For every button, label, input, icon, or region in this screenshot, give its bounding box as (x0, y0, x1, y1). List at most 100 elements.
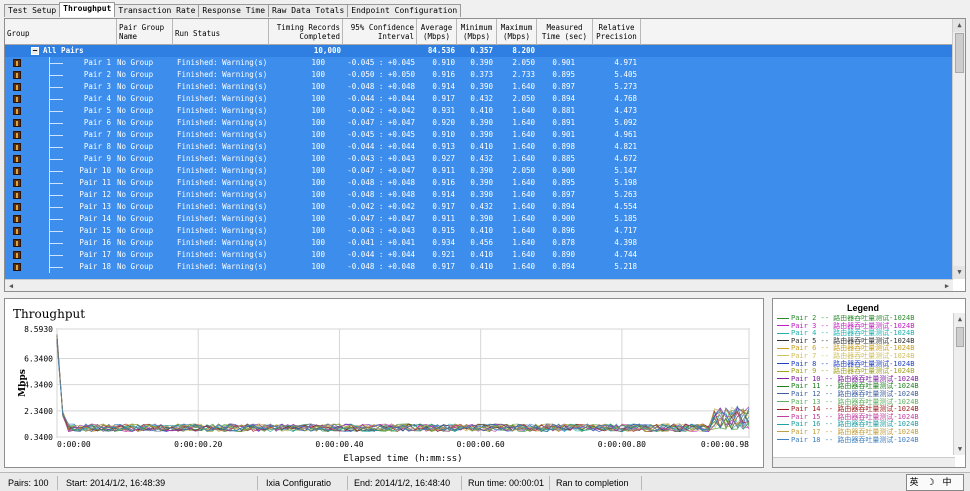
table-row[interactable]: Pair 17 No Group Finished: Warning(s) 100 -0… (5, 249, 953, 261)
summary-row[interactable]: − All Pairs 10,000 84.536 0.357 8.200 (5, 45, 953, 57)
cell-group: No Group (117, 178, 154, 187)
cell-min: 0.390 (470, 130, 493, 139)
col-run-status[interactable]: Run Status (173, 19, 269, 45)
col-timing-records[interactable]: Timing Records Completed (269, 19, 343, 45)
legend-horizontal-scrollbar[interactable] (773, 457, 955, 467)
table-row[interactable]: Pair 4 No Group Finished: Warning(s) 100 -0.… (5, 93, 953, 105)
cell-min: 0.432 (470, 202, 493, 211)
x-tick-label: 0:00:00.60 (457, 440, 505, 449)
table-row[interactable]: Pair 18 No Group Finished: Warning(s) 100 -0… (5, 261, 953, 273)
table-row[interactable]: Pair 8 No Group Finished: Warning(s) 100 -0.… (5, 141, 953, 153)
cell-ci: -0.041 : +0.041 (347, 238, 415, 247)
ime-lang-icon[interactable]: 英 (907, 475, 921, 490)
table-row[interactable]: Pair 15 No Group Finished: Warning(s) 100 -0… (5, 225, 953, 237)
scroll-up-icon[interactable]: ▲ (953, 19, 965, 32)
legend-scroll-down-icon[interactable]: ▼ (954, 443, 966, 455)
col-group[interactable]: Group (5, 19, 117, 45)
scroll-thumb[interactable] (955, 33, 964, 73)
y-tick-label: 2.3400 (24, 407, 53, 416)
pair-icon (13, 59, 21, 67)
cell-group: No Group (117, 190, 154, 199)
table-row[interactable]: Pair 14 No Group Finished: Warning(s) 100 -0… (5, 213, 953, 225)
cell-records: 100 (311, 250, 325, 259)
cell-avg: 0.917 (432, 94, 455, 103)
table-row[interactable]: Pair 7 No Group Finished: Warning(s) 100 -0.… (5, 129, 953, 141)
pair-name: Pair 5 (83, 106, 111, 115)
cell-max: 2.733 (512, 70, 535, 79)
cell-time: 0.881 (552, 106, 575, 115)
cell-records: 100 (311, 202, 325, 211)
tab-throughput[interactable]: Throughput (59, 2, 116, 17)
tab-transaction-rate[interactable]: Transaction Rate (114, 4, 200, 17)
tree-branch (49, 219, 63, 220)
col-measured-time[interactable]: Measured Time (sec) (537, 19, 593, 45)
cell-min: 0.390 (470, 82, 493, 91)
scroll-down-icon[interactable]: ▼ (953, 266, 965, 279)
col-pair-group-name[interactable]: Pair Group Name (117, 19, 173, 45)
cell-prec: 5.263 (614, 190, 637, 199)
table-row[interactable]: Pair 16 No Group Finished: Warning(s) 100 -0… (5, 237, 953, 249)
table-vertical-scrollbar[interactable]: ▲ ▼ (952, 19, 965, 279)
cell-group: No Group (117, 262, 154, 271)
cell-min: 0.432 (470, 154, 493, 163)
pair-icon (13, 107, 21, 115)
legend-scroll-up-icon[interactable]: ▲ (954, 313, 966, 325)
table-row[interactable]: Pair 9 No Group Finished: Warning(s) 100 -0.… (5, 153, 953, 165)
status-completion: Ran to completion (552, 476, 642, 490)
tab-response-time[interactable]: Response Time (198, 4, 270, 17)
legend-swatch (777, 378, 789, 380)
cell-prec: 4.554 (614, 202, 637, 211)
cell-ci: -0.048 : +0.048 (347, 178, 415, 187)
y-tick-label: 0.3400 (24, 433, 53, 442)
ime-mode-icon[interactable]: 中 (940, 475, 954, 490)
collapse-icon[interactable]: − (31, 47, 39, 55)
scroll-left-icon[interactable]: ◀ (5, 280, 17, 291)
tab-raw-data-totals[interactable]: Raw Data Totals (268, 4, 349, 17)
table-row[interactable]: Pair 11 No Group Finished: Warning(s) 100 -0… (5, 177, 953, 189)
table-row[interactable]: Pair 2 No Group Finished: Warning(s) 100 -0.… (5, 69, 953, 81)
cell-min: 0.410 (470, 106, 493, 115)
legend-label: Pair 18 -- 路由器吞吐量测试-1024B (791, 435, 919, 444)
cell-records: 100 (311, 118, 325, 127)
cell-records: 100 (311, 238, 325, 247)
pair-name: Pair 2 (83, 70, 111, 79)
table-row[interactable]: Pair 1 No Group Finished: Warning(s) 100 -0.… (5, 57, 953, 69)
legend-scroll-thumb[interactable] (956, 327, 964, 347)
tree-branch (49, 267, 63, 268)
summary-average: 84.536 (427, 46, 455, 55)
cell-min: 0.373 (470, 70, 493, 79)
ime-toolbar[interactable]: 英 ☽ 中 (906, 474, 964, 491)
table-row[interactable]: Pair 6 No Group Finished: Warning(s) 100 -0.… (5, 117, 953, 129)
cell-min: 0.390 (470, 166, 493, 175)
cell-records: 100 (311, 70, 325, 79)
table-horizontal-scrollbar[interactable]: ◀ ▶ (5, 279, 953, 291)
table-row[interactable]: Pair 3 No Group Finished: Warning(s) 100 -0.… (5, 81, 953, 93)
table-row[interactable]: Pair 5 No Group Finished: Warning(s) 100 -0.… (5, 105, 953, 117)
cell-max: 1.640 (512, 106, 535, 115)
table-row[interactable]: Pair 10 No Group Finished: Warning(s) 100 -0… (5, 165, 953, 177)
tree-branch (49, 99, 63, 100)
cell-ci: -0.044 : +0.044 (347, 250, 415, 259)
cell-max: 1.640 (512, 142, 535, 151)
x-tick-label: 0:00:00.40 (315, 440, 363, 449)
cell-records: 100 (311, 82, 325, 91)
table-row[interactable]: Pair 12 No Group Finished: Warning(s) 100 -0… (5, 189, 953, 201)
cell-min: 0.390 (470, 118, 493, 127)
cell-min: 0.390 (470, 178, 493, 187)
legend-swatch (777, 423, 789, 425)
tree-branch (49, 123, 63, 124)
tab-endpoint-configuration[interactable]: Endpoint Configuration (347, 4, 462, 17)
col-relative-precision[interactable]: Relative Precision (593, 19, 641, 45)
col-minimum[interactable]: Minimum (Mbps) (457, 19, 497, 45)
tab-test-setup[interactable]: Test Setup (4, 4, 61, 17)
cell-status: Finished: Warning(s) (177, 250, 268, 259)
scroll-right-icon[interactable]: ▶ (941, 280, 953, 291)
col-maximum[interactable]: Maximum (Mbps) (497, 19, 537, 45)
col-average[interactable]: Average (Mbps) (417, 19, 457, 45)
ime-moon-icon[interactable]: ☽ (924, 475, 938, 490)
table-row[interactable]: Pair 13 No Group Finished: Warning(s) 100 -0… (5, 201, 953, 213)
cell-avg: 0.927 (432, 154, 455, 163)
col-confidence[interactable]: 95% Confidence Interval (343, 19, 417, 45)
legend-vertical-scrollbar[interactable]: ▲ ▼ (953, 313, 965, 455)
tree-branch (49, 135, 63, 136)
